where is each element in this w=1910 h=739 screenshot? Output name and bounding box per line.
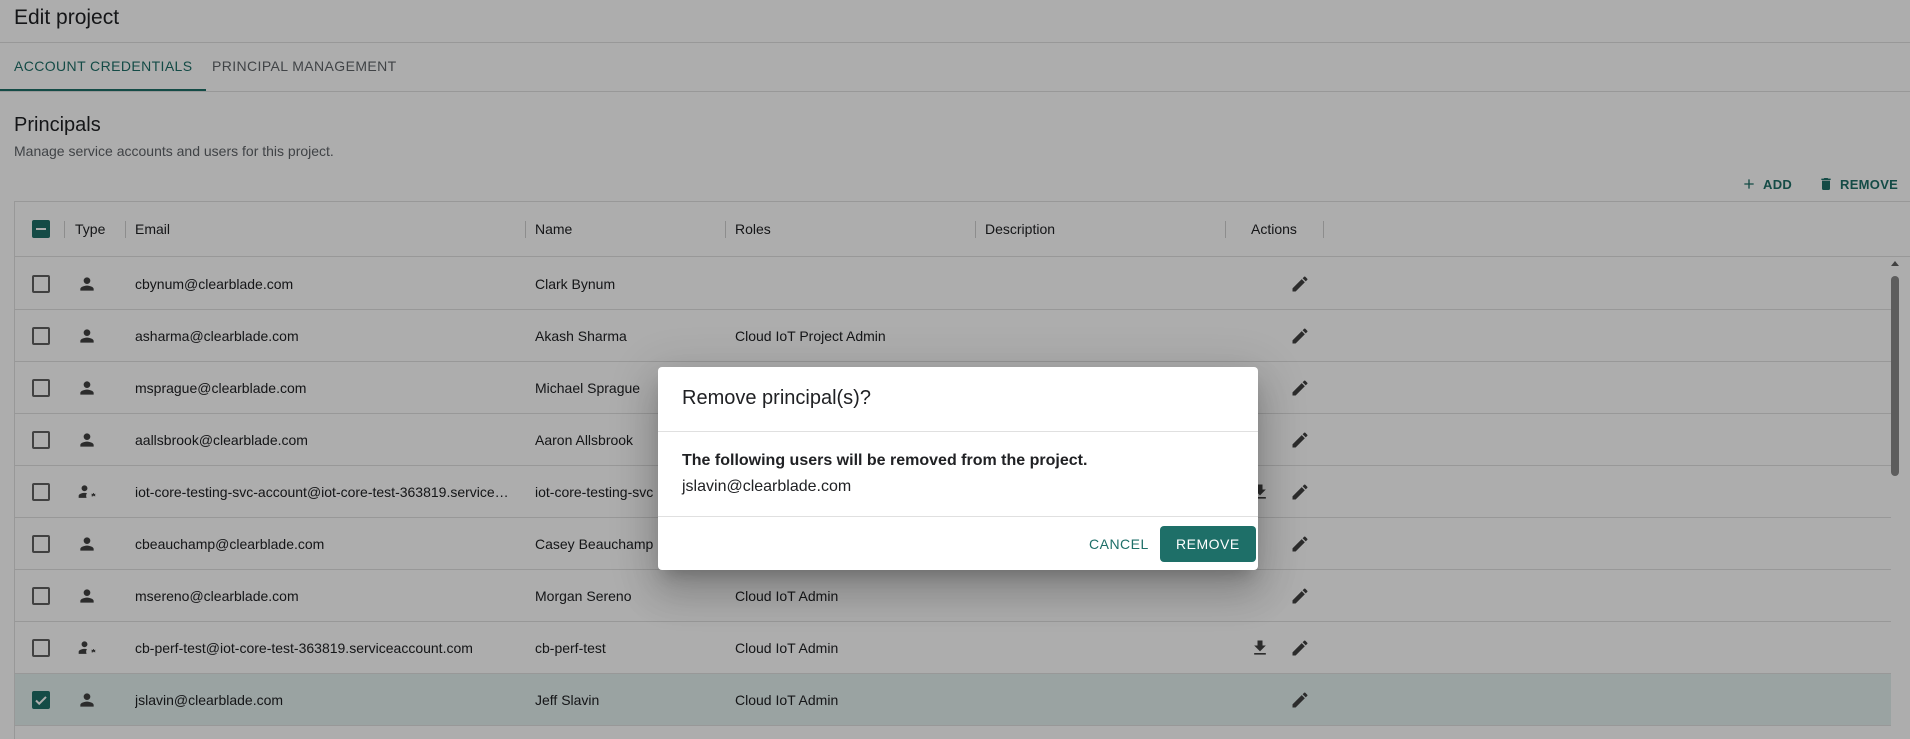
confirm-remove-button[interactable]: REMOVE <box>1160 526 1256 562</box>
dialog-email: jslavin@clearblade.com <box>682 478 852 495</box>
dialog-title: Remove principal(s)? <box>682 387 871 409</box>
remove-principals-dialog: Remove principal(s)? The following users… <box>658 367 1258 570</box>
dialog-divider <box>658 516 1258 517</box>
cancel-button[interactable]: CANCEL <box>1081 526 1157 562</box>
dialog-message: The following users will be removed from… <box>682 452 1088 469</box>
app-window: Edit project ACCOUNT CREDENTIALS PRINCIP… <box>0 0 1910 739</box>
dialog-divider <box>658 431 1258 432</box>
